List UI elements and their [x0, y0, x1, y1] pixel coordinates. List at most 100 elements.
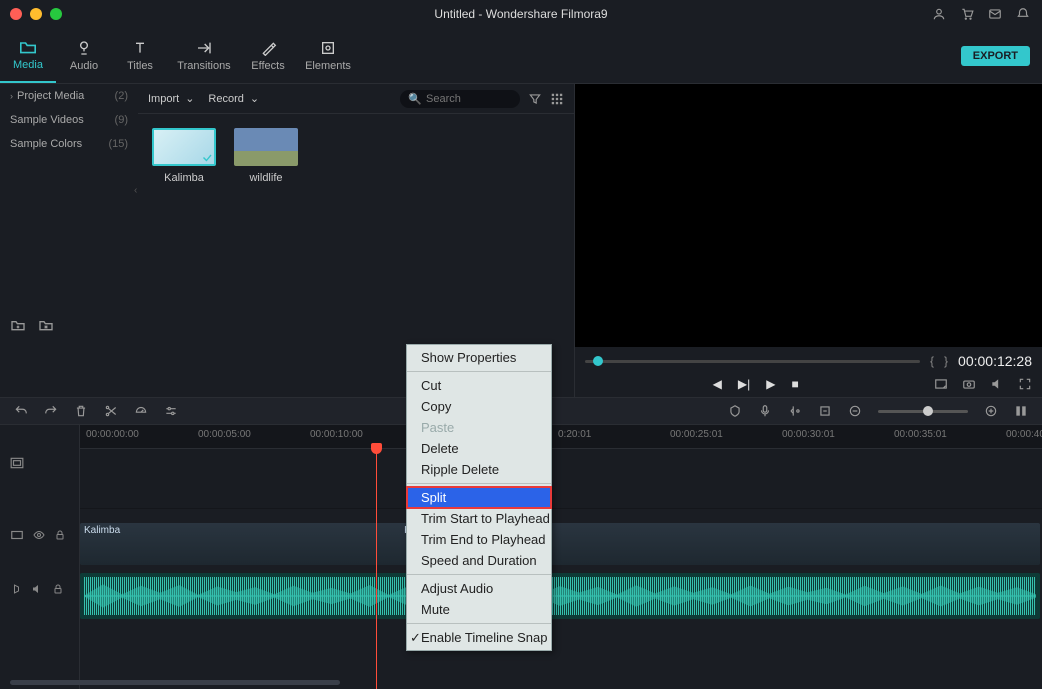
notification-icon[interactable]	[1016, 7, 1030, 21]
ruler-label: 00:00:05:00	[198, 429, 251, 440]
tab-effects[interactable]: Effects	[240, 28, 296, 83]
delete-icon[interactable]	[74, 404, 88, 418]
record-button[interactable]: Record ⌄	[208, 92, 259, 105]
chevron-down-icon: ⌄	[250, 92, 259, 105]
panel-divider-handle[interactable]: ‹	[134, 185, 137, 196]
export-button[interactable]: EXPORT	[961, 46, 1030, 66]
search-icon: 🔍	[408, 92, 422, 105]
tab-media[interactable]: Media	[0, 28, 56, 83]
grid-view-icon[interactable]	[550, 92, 564, 106]
video-clip[interactable]: Kalimba Kalimba	[80, 523, 1040, 565]
menu-item-split[interactable]: Split	[407, 487, 551, 508]
tab-label: Titles	[127, 60, 153, 72]
filter-icon[interactable]	[528, 92, 542, 106]
menu-item-delete[interactable]: Delete	[407, 438, 551, 459]
playhead-handle[interactable]	[371, 443, 382, 454]
marker-icon[interactable]	[728, 404, 742, 418]
tab-transitions[interactable]: Transitions	[168, 28, 240, 83]
sidebar-item-sample-colors[interactable]: Sample Colors (15)	[0, 132, 138, 156]
step-play-button[interactable]: ▶|	[738, 377, 750, 391]
maximize-window-button[interactable]	[50, 8, 62, 20]
clip-label: Kalimba	[80, 523, 124, 538]
media-item-kalimba[interactable]: Kalimba	[152, 128, 216, 184]
sidebar-item-count: (15)	[108, 138, 128, 150]
button-label: Record	[208, 93, 243, 105]
cart-icon[interactable]	[960, 7, 974, 21]
menu-item-trim-end-to-playhead[interactable]: Trim End to Playhead	[407, 529, 551, 550]
import-button[interactable]: Import ⌄	[148, 92, 194, 105]
playhead[interactable]	[376, 449, 377, 689]
sidebar-item-count: (2)	[115, 90, 128, 102]
sidebar-item-sample-videos[interactable]: Sample Videos (9)	[0, 108, 138, 132]
menu-separator	[407, 483, 551, 484]
crop-icon[interactable]	[818, 404, 832, 418]
menu-item-mute[interactable]: Mute	[407, 599, 551, 620]
zoom-slider[interactable]	[878, 410, 968, 413]
manage-tracks-icon[interactable]	[1014, 404, 1028, 418]
lock-icon[interactable]	[52, 583, 64, 595]
speed-icon[interactable]	[134, 404, 148, 418]
volume-icon[interactable]	[990, 377, 1004, 391]
menu-item-trim-start-to-playhead[interactable]: Trim Start to Playhead	[407, 508, 551, 529]
chevron-right-icon: ›	[10, 91, 13, 101]
tab-titles[interactable]: Titles	[112, 28, 168, 83]
mixer-icon[interactable]	[788, 404, 802, 418]
menu-item-speed-and-duration[interactable]: Speed and Duration	[407, 550, 551, 571]
title-bar: Untitled - Wondershare Filmora9	[0, 0, 1042, 28]
zoom-in-icon[interactable]	[984, 404, 998, 418]
elements-icon	[318, 40, 338, 56]
audio-icon	[74, 40, 94, 56]
button-label: Import	[148, 93, 179, 105]
track-spacer	[80, 449, 1042, 509]
media-item-wildlife[interactable]: wildlife	[234, 128, 298, 184]
tab-elements[interactable]: Elements	[296, 28, 360, 83]
safe-zone-icon[interactable]	[934, 377, 948, 391]
play-button[interactable]: ▶	[766, 377, 775, 391]
stop-button[interactable]: ■	[791, 377, 798, 391]
media-thumbnail	[234, 128, 298, 166]
menu-item-copy[interactable]: Copy	[407, 396, 551, 417]
horizontal-scrollbar[interactable]	[10, 680, 340, 685]
scrubber-handle[interactable]	[593, 356, 603, 366]
zoom-slider-handle[interactable]	[923, 406, 933, 416]
menu-separator	[407, 574, 551, 575]
zoom-out-icon[interactable]	[848, 404, 862, 418]
sidebar-item-project-media[interactable]: › Project Media (2)	[0, 84, 138, 108]
add-folder-icon[interactable]	[10, 318, 26, 332]
transitions-icon	[194, 40, 214, 56]
menu-item-cut[interactable]: Cut	[407, 375, 551, 396]
scrubber[interactable]	[585, 360, 920, 363]
voiceover-icon[interactable]	[758, 404, 772, 418]
tab-label: Audio	[70, 60, 98, 72]
mark-in-icon[interactable]: {	[930, 354, 934, 368]
tab-audio[interactable]: Audio	[56, 28, 112, 83]
menu-item-enable-timeline-snap[interactable]: Enable Timeline Snap	[407, 627, 551, 648]
close-window-button[interactable]	[10, 8, 22, 20]
audio-clip[interactable]	[80, 573, 1040, 619]
menu-item-adjust-audio[interactable]: Adjust Audio	[407, 578, 551, 599]
message-icon[interactable]	[988, 7, 1002, 21]
minimize-window-button[interactable]	[30, 8, 42, 20]
aspect-icon[interactable]	[10, 457, 24, 469]
menu-item-ripple-delete[interactable]: Ripple Delete	[407, 459, 551, 480]
mark-out-icon[interactable]: }	[944, 354, 948, 368]
ruler-label: 00:00:40:01	[1006, 429, 1042, 440]
timeline-ruler[interactable]: 00:00:00:0000:00:05:0000:00:10:000:20:01…	[80, 425, 1042, 449]
timeline-tracks[interactable]: Kalimba Kalimba	[80, 449, 1042, 689]
menu-separator	[407, 371, 551, 372]
adjust-icon[interactable]	[164, 404, 178, 418]
mute-icon[interactable]	[30, 583, 44, 595]
split-icon[interactable]	[104, 404, 118, 418]
menu-item-show-properties[interactable]: Show Properties	[407, 347, 551, 368]
fullscreen-icon[interactable]	[1018, 377, 1032, 391]
panel-tabs: Media Audio Titles Transitions Effects E…	[0, 28, 1042, 84]
prev-frame-button[interactable]: ◀	[713, 377, 722, 391]
user-icon[interactable]	[932, 7, 946, 21]
lock-icon[interactable]	[54, 529, 66, 541]
redo-icon[interactable]	[44, 404, 58, 418]
visibility-icon[interactable]	[32, 529, 46, 541]
snapshot-icon[interactable]	[962, 377, 976, 391]
remove-folder-icon[interactable]	[38, 318, 54, 332]
undo-icon[interactable]	[14, 404, 28, 418]
ruler-label: 0:20:01	[558, 429, 591, 440]
